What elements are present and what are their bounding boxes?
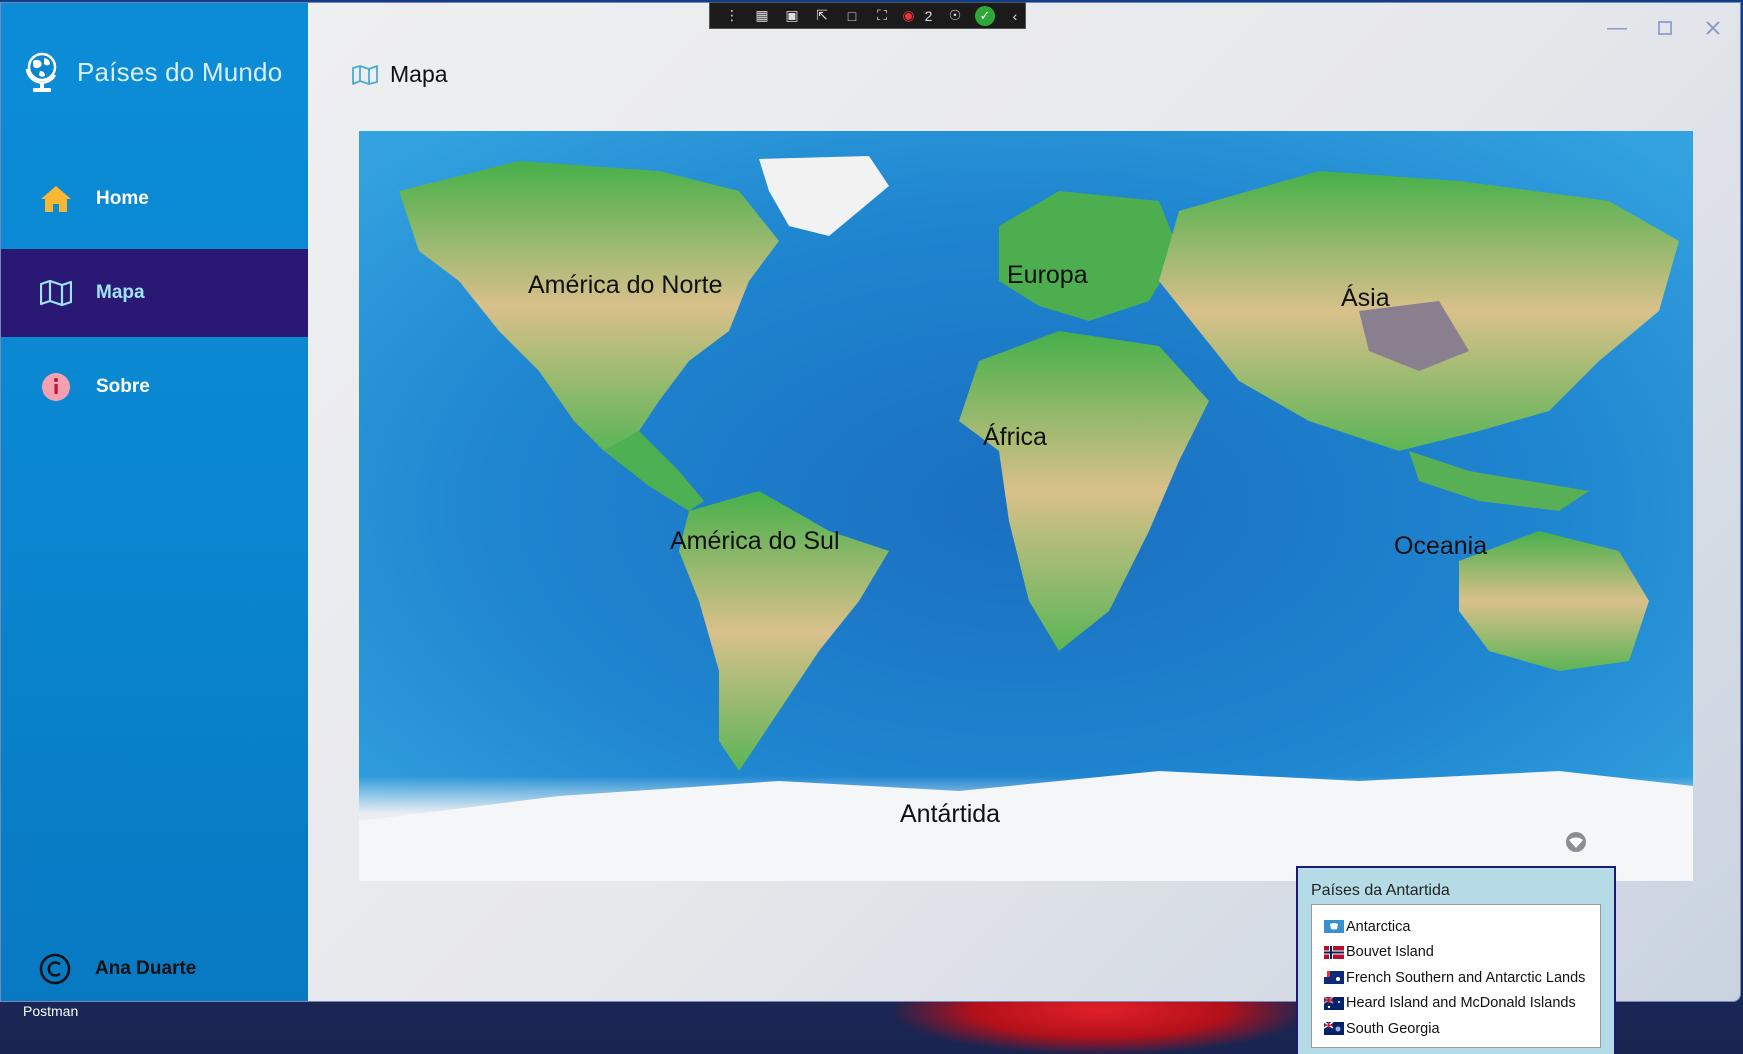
- map-label-asia[interactable]: Ásia: [1341, 284, 1390, 313]
- map-label-south-america[interactable]: América do Sul: [670, 527, 840, 556]
- country-name: Bouvet Island: [1346, 944, 1434, 961]
- author-name: Ana Duarte: [95, 958, 197, 979]
- list-item[interactable]: South Georgia: [1312, 1016, 1600, 1042]
- track-focus-icon[interactable]: ⛶: [872, 6, 892, 26]
- accessibility-icon[interactable]: ☉: [945, 6, 965, 26]
- sidebar-item-mapa[interactable]: Mapa: [1, 249, 308, 337]
- noaa-logo-icon: [1566, 832, 1586, 852]
- world-map: América do Norte Europa Ásia África Amér…: [359, 131, 1693, 881]
- country-name: Antarctica: [1346, 918, 1411, 935]
- country-name: South Georgia: [1346, 1020, 1440, 1037]
- map-landmasses: [359, 156, 1693, 881]
- globe-icon: [25, 52, 57, 92]
- list-item[interactable]: Antarctica: [1312, 914, 1600, 940]
- map-icon: [352, 64, 378, 85]
- country-name: Heard Island and McDonald Islands: [1346, 995, 1576, 1012]
- check-icon[interactable]: ✓: [975, 5, 995, 26]
- flag-french-southern-icon: [1324, 971, 1344, 985]
- app-window: Países do Mundo Home Mapa Sobre Ana Duar…: [0, 2, 1741, 1002]
- video-icon[interactable]: ▣: [782, 6, 802, 26]
- sidebar-item-label: Home: [96, 188, 149, 209]
- home-icon: [39, 182, 73, 216]
- author-credit: Ana Duarte: [39, 953, 196, 985]
- debug-toolbar: ⋮ ▦ ▣ ⇱ □ ⛶ ◉ 2 ☉ ✓ ‹: [709, 2, 1026, 29]
- map-label-oceania[interactable]: Oceania: [1394, 532, 1487, 561]
- binding-failures-icon[interactable]: ◉ 2: [902, 6, 935, 26]
- display-layout-adorners-icon[interactable]: □: [842, 6, 862, 26]
- page-header: Mapa: [352, 61, 448, 88]
- list-item[interactable]: Heard Island and McDonald Islands: [1312, 991, 1600, 1017]
- close-icon[interactable]: [1702, 17, 1724, 39]
- window-controls: —: [1606, 17, 1724, 39]
- select-element-icon[interactable]: ⇱: [812, 6, 832, 26]
- live-visual-tree-icon[interactable]: ▦: [752, 6, 772, 26]
- copyright-icon: [39, 953, 71, 985]
- taskbar-app-label[interactable]: Postman: [23, 1003, 78, 1019]
- collapse-toolbar-icon[interactable]: ‹: [1005, 6, 1025, 26]
- list-item[interactable]: French Southern and Antarctic Lands: [1312, 965, 1600, 991]
- popup-title: Países da Antartida: [1311, 882, 1450, 899]
- map-label-europe[interactable]: Europa: [1007, 261, 1088, 290]
- map-label-north-america[interactable]: América do Norte: [528, 271, 723, 300]
- map-icon: [39, 276, 73, 310]
- toolbar-grip-icon: ⋮: [725, 7, 739, 23]
- flag-australia-icon: [1324, 996, 1344, 1010]
- info-icon: [39, 370, 73, 404]
- antarctica-countries-popup: Países da Antartida Antarctica Bouvet Is…: [1296, 866, 1616, 1054]
- sidebar-item-sobre[interactable]: Sobre: [1, 343, 308, 431]
- maximize-icon[interactable]: [1654, 17, 1676, 39]
- minimize-icon[interactable]: —: [1606, 17, 1628, 39]
- page-title: Mapa: [390, 61, 448, 87]
- app-brand: Países do Mundo: [23, 49, 282, 95]
- flag-antarctica-icon: [1324, 920, 1344, 934]
- map-label-antarctica[interactable]: Antártida: [900, 800, 1000, 829]
- flag-south-georgia-icon: [1324, 1022, 1344, 1036]
- map-label-africa[interactable]: África: [983, 423, 1047, 452]
- sidebar-item-home[interactable]: Home: [1, 155, 308, 243]
- sidebar-item-label: Mapa: [96, 282, 145, 303]
- country-name: French Southern and Antarctic Lands: [1346, 969, 1586, 986]
- country-list[interactable]: Antarctica Bouvet Island French Southern…: [1311, 904, 1601, 1048]
- app-title: Países do Mundo: [77, 56, 283, 87]
- list-item[interactable]: Bouvet Island: [1312, 940, 1600, 966]
- flag-norway-icon: [1324, 945, 1344, 959]
- sidebar-item-label: Sobre: [96, 376, 150, 397]
- sidebar: Países do Mundo Home Mapa Sobre Ana Duar…: [1, 3, 308, 1001]
